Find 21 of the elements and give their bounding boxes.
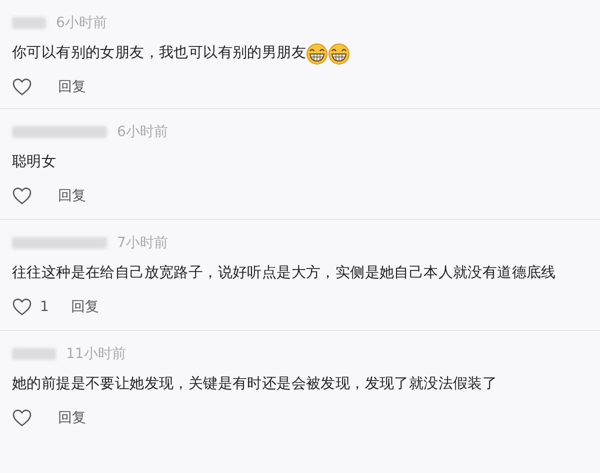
blurred-username bbox=[12, 348, 56, 360]
comment-text: 往往这种是在给自己放宽路子，说好听点是大方，实侧是她自己本人就没有道德底线 bbox=[12, 264, 556, 284]
comment-time: 7小时前 bbox=[117, 234, 168, 252]
comment-text: 她的前提是不要让她发现，关键是有时还是会被发现，发现了就没法假装了 bbox=[12, 375, 498, 394]
reply-button[interactable]: 回复 bbox=[58, 408, 86, 428]
heart-icon[interactable] bbox=[12, 298, 32, 316]
heart-icon[interactable] bbox=[12, 409, 32, 427]
reply-button[interactable]: 回复 bbox=[58, 76, 86, 98]
blurred-username bbox=[12, 17, 46, 29]
reply-button[interactable]: 回复 bbox=[58, 186, 86, 206]
comment-time: 6小时前 bbox=[117, 122, 168, 142]
comment-time: 6小时前 bbox=[56, 14, 107, 32]
reply-button[interactable]: 回复 bbox=[70, 296, 99, 318]
comment-time: 11小时前 bbox=[66, 344, 126, 364]
comment-text: 聪明女 bbox=[12, 153, 56, 172]
grinning-face-icon bbox=[328, 43, 350, 65]
comment-text: 你可以有别的女朋友，我也可以有别的男朋友 bbox=[12, 44, 306, 64]
grinning-face-icon bbox=[306, 43, 328, 65]
like-count: 1 bbox=[40, 298, 49, 316]
heart-icon[interactable] bbox=[12, 78, 32, 96]
heart-icon[interactable] bbox=[12, 187, 32, 205]
